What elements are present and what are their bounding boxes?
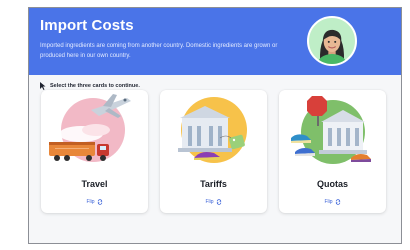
header-banner: Import Costs Imported ingredients are co… xyxy=(29,8,401,75)
cursor-icon xyxy=(40,82,46,90)
lesson-frame: Import Costs Imported ingredients are co… xyxy=(28,7,402,244)
travel-illustration xyxy=(49,94,131,162)
flip-label: Flip xyxy=(86,199,95,205)
card-travel[interactable]: Travel Flip xyxy=(41,90,148,213)
flip-label: Flip xyxy=(205,199,214,205)
flip-icon xyxy=(216,199,221,205)
flip-button[interactable]: Flip xyxy=(279,199,386,205)
page-title: Import Costs xyxy=(40,17,134,34)
flip-icon xyxy=(97,199,102,205)
tariffs-illustration xyxy=(178,97,247,163)
quotas-illustration xyxy=(291,96,371,164)
flip-icon xyxy=(335,199,340,205)
instruction-text: Select the three cards to continue. xyxy=(50,83,140,89)
page-subtitle: Imported ingredients are coming from ano… xyxy=(40,43,278,59)
card-quotas[interactable]: Quotas Flip xyxy=(279,90,386,213)
card-label: Quotas xyxy=(316,179,348,189)
flip-label: Flip xyxy=(324,199,333,205)
avatar xyxy=(307,16,357,66)
flip-button[interactable]: Flip xyxy=(41,199,148,205)
card-label: Travel xyxy=(81,179,108,189)
card-label: Tariffs xyxy=(200,179,227,189)
card-tariffs[interactable]: Tariffs Flip xyxy=(160,90,267,213)
flip-button[interactable]: Flip xyxy=(160,199,267,205)
